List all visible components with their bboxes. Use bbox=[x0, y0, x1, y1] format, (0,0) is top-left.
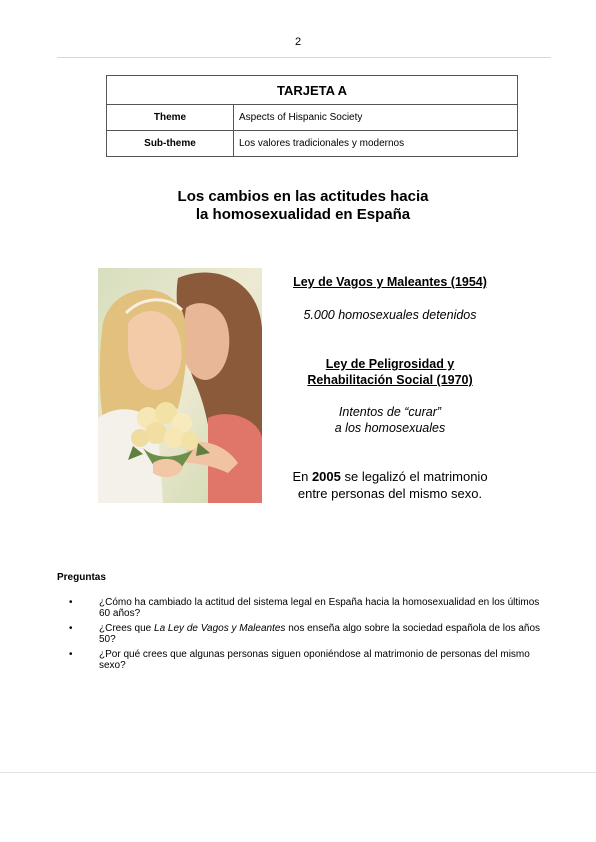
title-line-1: Los cambios en las actitudes hacia bbox=[177, 188, 429, 205]
question-item: • ¿Cómo ha cambiado la actitud del siste… bbox=[69, 597, 540, 619]
title-line-2: la homosexualidad en España bbox=[195, 206, 411, 223]
page-title: Los cambios en las actitudes hacia la ho… bbox=[0, 188, 596, 224]
marriage-line1: En 2005 se legalizó el matrimonio bbox=[292, 469, 488, 484]
marriage-statement: En 2005 se legalizó el matrimonio entre … bbox=[270, 468, 510, 502]
law2-title-line1: Ley de Peligrosidad y bbox=[325, 357, 455, 371]
card-title-row: TARJETA A bbox=[106, 75, 518, 105]
law2-note-line2: a los homosexuales bbox=[334, 421, 446, 435]
law-title-italic: La Ley de Vagos y Maleantes bbox=[154, 623, 286, 634]
subtheme-value: Los valores tradicionales y modernos bbox=[233, 130, 518, 157]
theme-row: Theme Aspects of Hispanic Society bbox=[106, 104, 518, 131]
bullet-icon: • bbox=[69, 623, 73, 634]
header-rule bbox=[57, 57, 551, 58]
card-table: TARJETA A Theme Aspects of Hispanic Soci… bbox=[106, 75, 518, 157]
questions-list: • ¿Cómo ha cambiado la actitud del siste… bbox=[57, 597, 551, 675]
bullet-icon: • bbox=[69, 649, 73, 660]
theme-value: Aspects of Hispanic Society bbox=[233, 104, 518, 131]
law2-note-line1: Intentos de “curar” bbox=[338, 405, 442, 419]
card-title: TARJETA A bbox=[106, 75, 518, 105]
subtheme-row: Sub-theme Los valores tradicionales y mo… bbox=[106, 130, 518, 157]
question-item: • ¿Crees que La Ley de Vagos y Maleantes… bbox=[69, 623, 541, 645]
law2-note: Intentos de “curar” a los homosexuales bbox=[270, 404, 510, 436]
theme-label: Theme bbox=[106, 104, 234, 131]
couple-photo bbox=[98, 268, 262, 503]
page-number: 2 bbox=[294, 36, 302, 48]
law2-title-line2: Rehabilitación Social (1970) bbox=[307, 373, 473, 387]
law1-title: Ley de Vagos y Maleantes (1954) bbox=[293, 275, 487, 289]
question-item: • ¿Por qué crees que algunas personas si… bbox=[69, 649, 530, 671]
subtheme-label: Sub-theme bbox=[106, 130, 234, 157]
law2-title: Ley de Peligrosidad y Rehabilitación Soc… bbox=[270, 356, 510, 388]
footer-rule bbox=[0, 772, 596, 773]
law1-note: 5.000 homosexuales detenidos bbox=[303, 308, 477, 322]
bullet-icon: • bbox=[69, 597, 73, 608]
questions-heading: Preguntas bbox=[57, 572, 106, 583]
marriage-line2: entre personas del mismo sexo. bbox=[297, 486, 483, 501]
marriage-year: 2005 bbox=[311, 469, 341, 484]
